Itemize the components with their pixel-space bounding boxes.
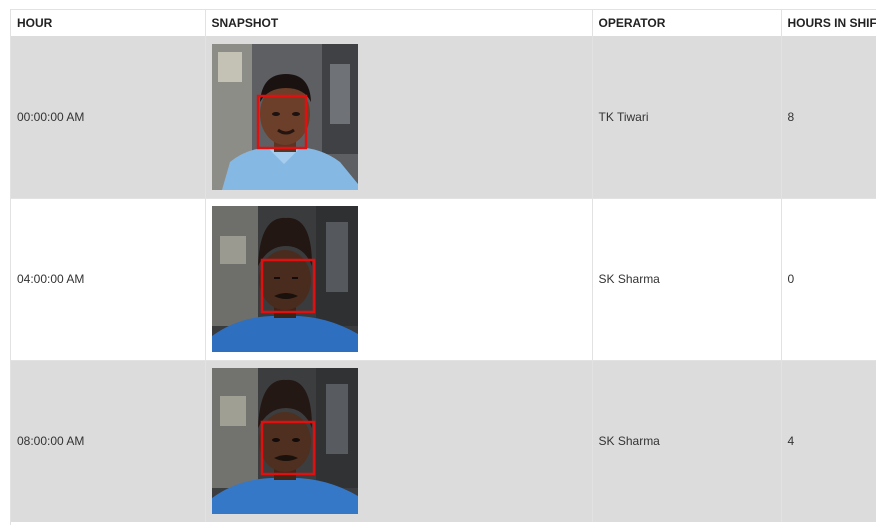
hour-cell: 00:00:00 AM	[11, 36, 206, 198]
shift-table: HOUR SNAPSHOT OPERATOR HOURS IN SHIF 00:…	[11, 10, 876, 522]
hours-in-shift-cell: 8	[781, 36, 876, 198]
data-table-container: HOUR SNAPSHOT OPERATOR HOURS IN SHIF 00:…	[10, 9, 876, 525]
snapshot-cell	[205, 360, 593, 522]
table-row: 04:00:00 AM SK Sharma 0	[11, 198, 876, 360]
operator-cell: SK Sharma	[592, 360, 782, 522]
table-row: 00:00:00 AM TK Tiwari 8	[11, 36, 876, 198]
column-header-hour[interactable]: HOUR	[11, 10, 206, 36]
snapshot-cell	[205, 36, 593, 198]
hour-cell: 04:00:00 AM	[11, 198, 206, 360]
operator-snapshot-image[interactable]	[211, 206, 358, 352]
column-header-operator[interactable]: OPERATOR	[592, 10, 782, 36]
column-header-hours-in-shift[interactable]: HOURS IN SHIF	[781, 10, 876, 36]
operator-snapshot-image[interactable]	[211, 43, 358, 190]
table-row: 08:00:00 AM SK Sharma 4	[11, 360, 876, 522]
hours-in-shift-cell: 0	[781, 198, 876, 360]
operator-cell: SK Sharma	[592, 198, 782, 360]
table-header-row: HOUR SNAPSHOT OPERATOR HOURS IN SHIF	[11, 10, 876, 36]
operator-cell: TK Tiwari	[592, 36, 782, 198]
snapshot-cell	[205, 198, 593, 360]
column-header-snapshot[interactable]: SNAPSHOT	[205, 10, 593, 36]
hours-in-shift-cell: 4	[781, 360, 876, 522]
operator-snapshot-image[interactable]	[211, 368, 358, 515]
hour-cell: 08:00:00 AM	[11, 360, 206, 522]
